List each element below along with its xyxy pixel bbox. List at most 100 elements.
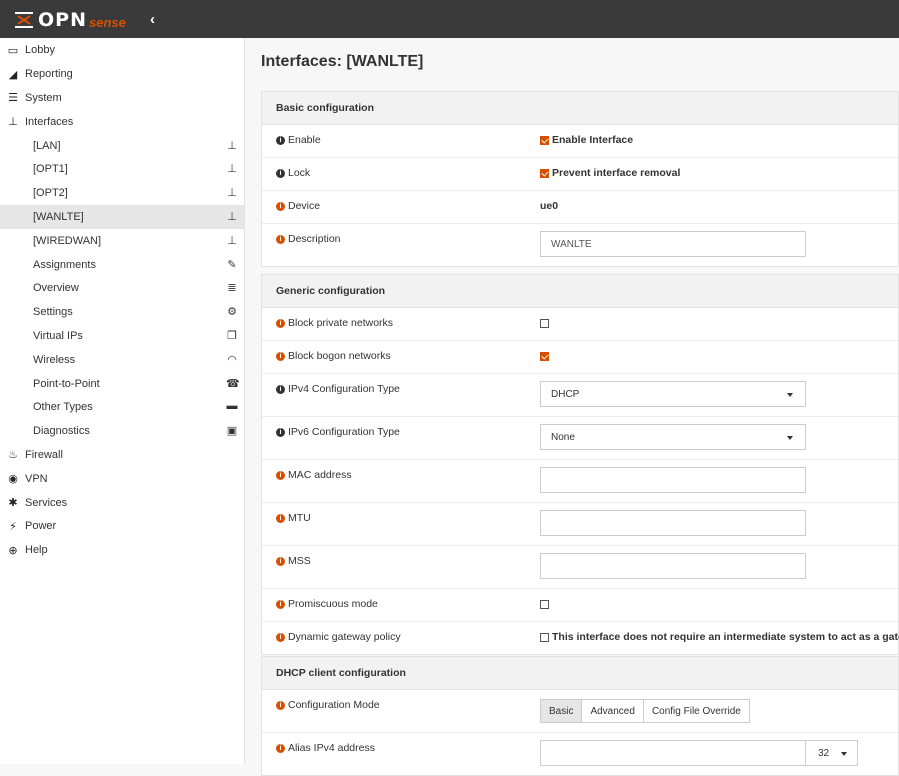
sidebar-item-label: Overview [33, 282, 79, 295]
info-icon[interactable]: i [276, 168, 285, 178]
ipv6-type-row: i IPv6 Configuration Type None [262, 417, 898, 460]
archive-icon: ▬ [226, 400, 238, 413]
sidebar-item-firewall[interactable]: ♨ Firewall [0, 443, 244, 467]
description-row: i Description WANLTE [262, 224, 898, 266]
caret-down-icon [787, 393, 793, 397]
sidebar-item-label: Firewall [25, 448, 63, 461]
ipv6-type-select[interactable]: None [540, 424, 806, 450]
mss-label: MSS [288, 555, 311, 567]
sidebar-item-label: Assignments [33, 258, 96, 271]
sidebar-item-label: Diagnostics [33, 425, 90, 438]
sidebar-item-reporting[interactable]: ◢ Reporting [0, 62, 244, 86]
sidebar-item-label: Other Types [33, 401, 93, 414]
mtu-input[interactable] [540, 510, 806, 536]
caret-down-icon [841, 752, 847, 756]
sitemap-icon: ⊥ [8, 116, 18, 129]
dynamic-gateway-checkbox[interactable] [540, 632, 549, 642]
sidebar-item-point-to-point[interactable]: Point-to-Point ☎ [0, 372, 244, 396]
sidebar-item-label: Lobby [25, 44, 55, 57]
collapse-sidebar-icon[interactable]: ‹ [150, 11, 155, 28]
mac-label: MAC address [288, 469, 352, 481]
info-icon[interactable]: i [276, 556, 285, 566]
info-icon[interactable]: i [276, 234, 285, 244]
sidebar-item-wireless[interactable]: Wireless ◠ [0, 348, 244, 372]
device-label: Device [288, 200, 321, 212]
ipv6-type-value: None [551, 431, 575, 443]
sidebar-item-opt1[interactable]: [OPT1] ⊥ [0, 157, 244, 181]
alias-ipv4-row: i Alias IPv4 address 32 [262, 733, 898, 775]
alias-prefix-select[interactable]: 32 [806, 740, 858, 766]
tab-basic[interactable]: Basic [541, 700, 583, 722]
alias-ipv4-input[interactable] [540, 740, 806, 766]
sidebar-item-label: Services [25, 496, 68, 509]
description-input[interactable]: WANLTE [540, 231, 806, 257]
basic-config-panel: Basic configuration i Enable Enable Inter… [261, 91, 899, 267]
sidebar-item-assignments[interactable]: Assignments ✎ [0, 253, 244, 277]
sidebar-item-label: [OPT2] [33, 187, 68, 200]
caret-down-icon [787, 436, 793, 440]
block-private-label: Block private networks [288, 317, 394, 329]
info-icon[interactable]: i [276, 135, 285, 145]
sidebar-item-wanlte[interactable]: [WANLTE] ⊥ [0, 205, 244, 229]
sidebar-item-interfaces[interactable]: ⊥ Interfaces [0, 110, 244, 134]
sidebar-item-label: Settings [33, 306, 73, 319]
sidebar-item-virtual-ips[interactable]: Virtual IPs ❐ [0, 324, 244, 348]
info-icon[interactable]: i [276, 351, 285, 361]
sidebar-item-overview[interactable]: Overview ≣ [0, 276, 244, 300]
lock-checkbox[interactable] [540, 168, 549, 178]
sidebar-item-lobby[interactable]: ▭ Lobby [0, 39, 244, 63]
area-chart-icon: ◢ [8, 68, 18, 81]
info-icon[interactable]: i [276, 470, 285, 480]
mtu-row: i MTU [262, 503, 898, 546]
list-icon: ≣ [227, 282, 237, 295]
wifi-icon: ◠ [227, 353, 237, 366]
sidebar-item-lan[interactable]: [LAN] ⊥ [0, 134, 244, 158]
sidebar-item-label: Reporting [25, 68, 73, 81]
cogs-icon: ⚙ [227, 306, 237, 319]
info-icon[interactable]: i [276, 700, 285, 710]
sidebar-item-opt2[interactable]: [OPT2] ⊥ [0, 181, 244, 205]
sidebar-item-help[interactable]: ⊕ Help [0, 538, 244, 562]
sidebar-item-vpn[interactable]: ◉ VPN [0, 467, 244, 491]
sidebar-item-other-types[interactable]: Other Types ▬ [0, 395, 244, 419]
sidebar-item-label: [LAN] [33, 139, 61, 152]
cog-icon: ✱ [8, 497, 18, 510]
info-icon[interactable]: i [276, 513, 285, 523]
sidebar-item-diagnostics[interactable]: Diagnostics ▣ [0, 419, 244, 443]
info-icon[interactable]: i [276, 743, 285, 753]
sidebar-item-system[interactable]: ☰ System [0, 86, 244, 110]
info-icon[interactable]: i [276, 632, 285, 642]
panel-heading: DHCP client configuration [262, 657, 898, 690]
mss-row: i MSS [262, 546, 898, 589]
dynamic-gateway-label: Dynamic gateway policy [288, 631, 401, 643]
info-icon[interactable]: i [276, 599, 285, 609]
sitemap-icon: ⊥ [227, 139, 237, 152]
block-bogon-checkbox[interactable] [540, 351, 549, 361]
info-icon[interactable]: i [276, 427, 285, 437]
sidebar-item-power[interactable]: ⚡ Power [0, 514, 244, 538]
mss-input[interactable] [540, 553, 806, 579]
sidebar-item-wiredwan[interactable]: [WIREDWAN] ⊥ [0, 229, 244, 253]
enable-checkbox[interactable] [540, 135, 549, 145]
phone-icon: ☎ [226, 377, 240, 390]
ipv4-type-select[interactable]: DHCP [540, 381, 806, 407]
mac-input[interactable] [540, 467, 806, 493]
tab-advanced[interactable]: Advanced [582, 700, 644, 722]
plug-icon: ⚡ [9, 520, 17, 533]
info-icon[interactable]: i [276, 384, 285, 394]
block-private-checkbox[interactable] [540, 318, 549, 328]
opnsense-logo[interactable]: OPN sense [14, 9, 126, 31]
sidebar-item-settings[interactable]: Settings ⚙ [0, 300, 244, 324]
main-content: Interfaces: [WANLTE] Basic configuration… [245, 38, 899, 776]
device-row: i Device ue0 [262, 191, 898, 224]
promiscuous-checkbox[interactable] [540, 599, 549, 609]
config-mode-label: Configuration Mode [288, 699, 380, 711]
info-icon[interactable]: i [276, 201, 285, 211]
sidebar-item-services[interactable]: ✱ Services [0, 491, 244, 515]
tab-config-file-override[interactable]: Config File Override [643, 700, 749, 722]
info-icon[interactable]: i [276, 318, 285, 328]
support-icon: ⊕ [8, 544, 18, 557]
lock-row: i Lock Prevent interface removal [262, 158, 898, 191]
server-icon: ☰ [8, 92, 18, 105]
mtu-label: MTU [288, 512, 311, 524]
